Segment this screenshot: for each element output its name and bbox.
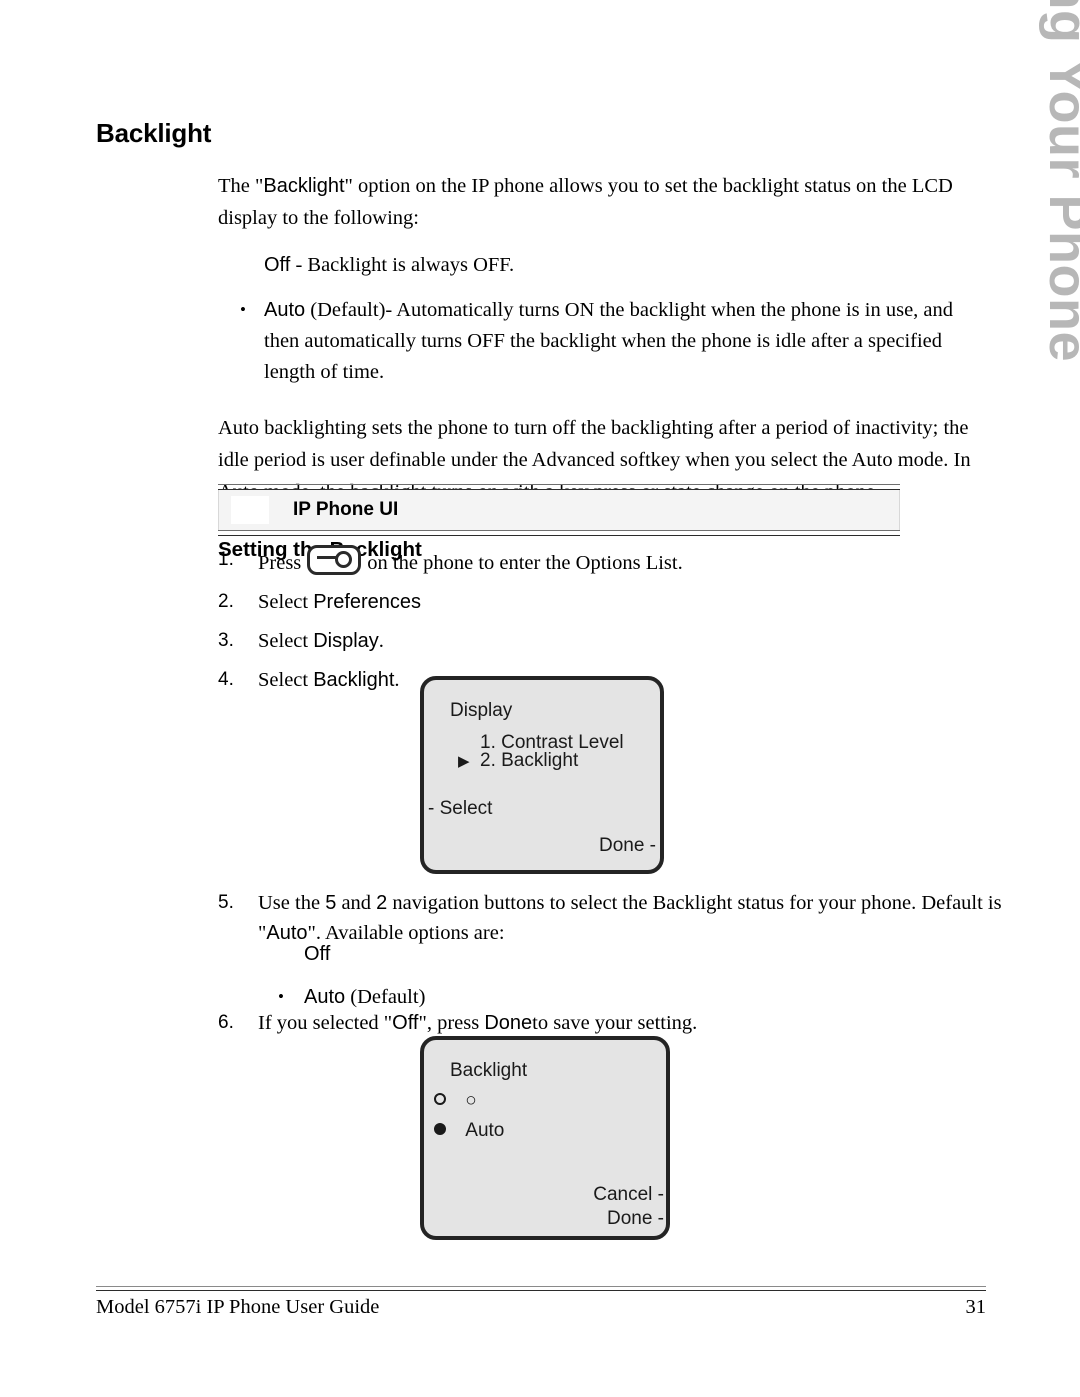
option-label-auto: Auto xyxy=(264,299,306,321)
band-title: IP Phone UI xyxy=(293,499,399,520)
step-1: 1. Press on the phone to enter the Options… xyxy=(218,545,993,578)
selection-caret-icon: ▶ xyxy=(458,753,470,770)
radio-unselected-icon[interactable] xyxy=(434,1093,446,1105)
lcd-softkey-done[interactable]: Done - xyxy=(599,835,656,857)
side-tab-label: Customizing Your Phone xyxy=(1038,0,1080,363)
step-1-post: on the phone to enter the Options List. xyxy=(367,552,683,574)
footer-page-number: 31 xyxy=(965,1296,987,1318)
lcd-display-title: Display xyxy=(450,700,513,721)
step-2: 2. Select Preferences xyxy=(218,587,993,617)
step5-option-label-auto: Auto xyxy=(304,986,346,1008)
step-3-post: . xyxy=(378,630,384,652)
step-1-pre: Press xyxy=(258,552,302,574)
bullet-glyph: • xyxy=(240,300,246,319)
intro-term: Backlight xyxy=(263,175,345,197)
page-title: Backlight xyxy=(96,118,212,148)
intro-option-off: Off - Backlight is always OFF. xyxy=(218,250,993,281)
step-5-pre: Use the xyxy=(258,892,321,914)
lcd-softkey-cancel[interactable]: Cancel - xyxy=(593,1184,664,1206)
lcd-backlight-option-off-label: ○ xyxy=(465,1090,477,1111)
step-number: 2. xyxy=(218,591,234,612)
intro-part1: The " xyxy=(218,175,264,197)
band-rule-bottom xyxy=(218,530,900,536)
step-number: 1. xyxy=(218,549,234,570)
nav-key-up-label: 5 xyxy=(325,892,337,914)
lcd-backlight-option-auto-label: Auto xyxy=(465,1120,505,1141)
step-6-pre: If you selected " xyxy=(258,1012,393,1034)
band-swatch xyxy=(231,496,269,524)
step-2-pre: Select xyxy=(258,591,309,613)
footer-rule xyxy=(96,1286,986,1291)
step-2-ui-label: Preferences xyxy=(313,591,422,613)
lcd-display-screen: Display 1. Contrast Level ▶ 2. Backlight… xyxy=(420,676,664,874)
bullet-glyph: • xyxy=(278,987,284,1006)
step-3: 3. Select Display. xyxy=(218,626,993,656)
band-body: IP Phone UI xyxy=(218,490,900,530)
step5-option-off: Off xyxy=(258,940,858,968)
step-4-pre: Select xyxy=(258,669,309,691)
step-6-ui-off: Off xyxy=(392,1012,419,1034)
footer-title: Model 6757i IP Phone User Guide xyxy=(96,1296,380,1318)
step-3-ui-label: Display xyxy=(313,630,379,652)
side-tab: Customizing Your Phone xyxy=(1002,0,1080,760)
radio-selected-icon[interactable] xyxy=(434,1123,446,1135)
option-text-off: - Backlight is always OFF. xyxy=(290,254,515,276)
lcd-backlight-screen: Backlight ○ Auto Cancel - Done - xyxy=(420,1036,670,1240)
step-3-pre: Select xyxy=(258,630,309,652)
lcd-backlight-option-off[interactable]: ○ xyxy=(434,1090,477,1112)
lcd-softkey-select[interactable]: - Select xyxy=(428,798,492,820)
document-page: Customizing Your Phone Backlight The "Ba… xyxy=(0,0,1080,1397)
lcd-display-item-backlight[interactable]: 2. Backlight xyxy=(480,750,578,772)
step-4-post: . xyxy=(394,669,400,691)
lcd-backlight-title: Backlight xyxy=(450,1060,528,1081)
step-6-mid: ", press xyxy=(418,1012,480,1034)
step-number: 6. xyxy=(218,1012,234,1033)
step-number: 5. xyxy=(218,892,234,913)
nav-key-down-label: 2 xyxy=(376,892,388,914)
lcd-softkey-done[interactable]: Done - xyxy=(607,1208,664,1230)
lcd-backlight-option-auto[interactable]: Auto xyxy=(434,1120,504,1142)
options-key-icon xyxy=(307,545,362,575)
option-label-off: Off xyxy=(264,254,291,276)
step-6-post: to save your setting. xyxy=(532,1012,698,1034)
step-number: 3. xyxy=(218,630,234,651)
step-number: 4. xyxy=(218,669,234,690)
intro-paragraph: The "Backlight" option on the IP phone a… xyxy=(218,170,993,234)
option-text-auto: (Default)- Automatically turns ON the ba… xyxy=(264,299,954,383)
ip-phone-ui-band: IP Phone UI xyxy=(218,484,988,536)
step-5-mid: and xyxy=(341,892,372,914)
step5-option-label-off: Off xyxy=(304,943,331,965)
step-5: 5. Use the 5 and 2 navigation buttons to … xyxy=(218,888,1033,948)
step-6-ui-done: Done xyxy=(484,1012,533,1034)
step-4-ui-label: Backlight xyxy=(313,669,395,691)
step5-option-suffix: (Default) xyxy=(345,986,426,1008)
intro-option-auto: • Auto (Default)- Automatically turns ON … xyxy=(218,295,993,388)
step-6: 6. If you selected "Off", press Doneto sa… xyxy=(218,1008,1033,1038)
step5-option-auto: • Auto (Default) xyxy=(258,983,858,1011)
